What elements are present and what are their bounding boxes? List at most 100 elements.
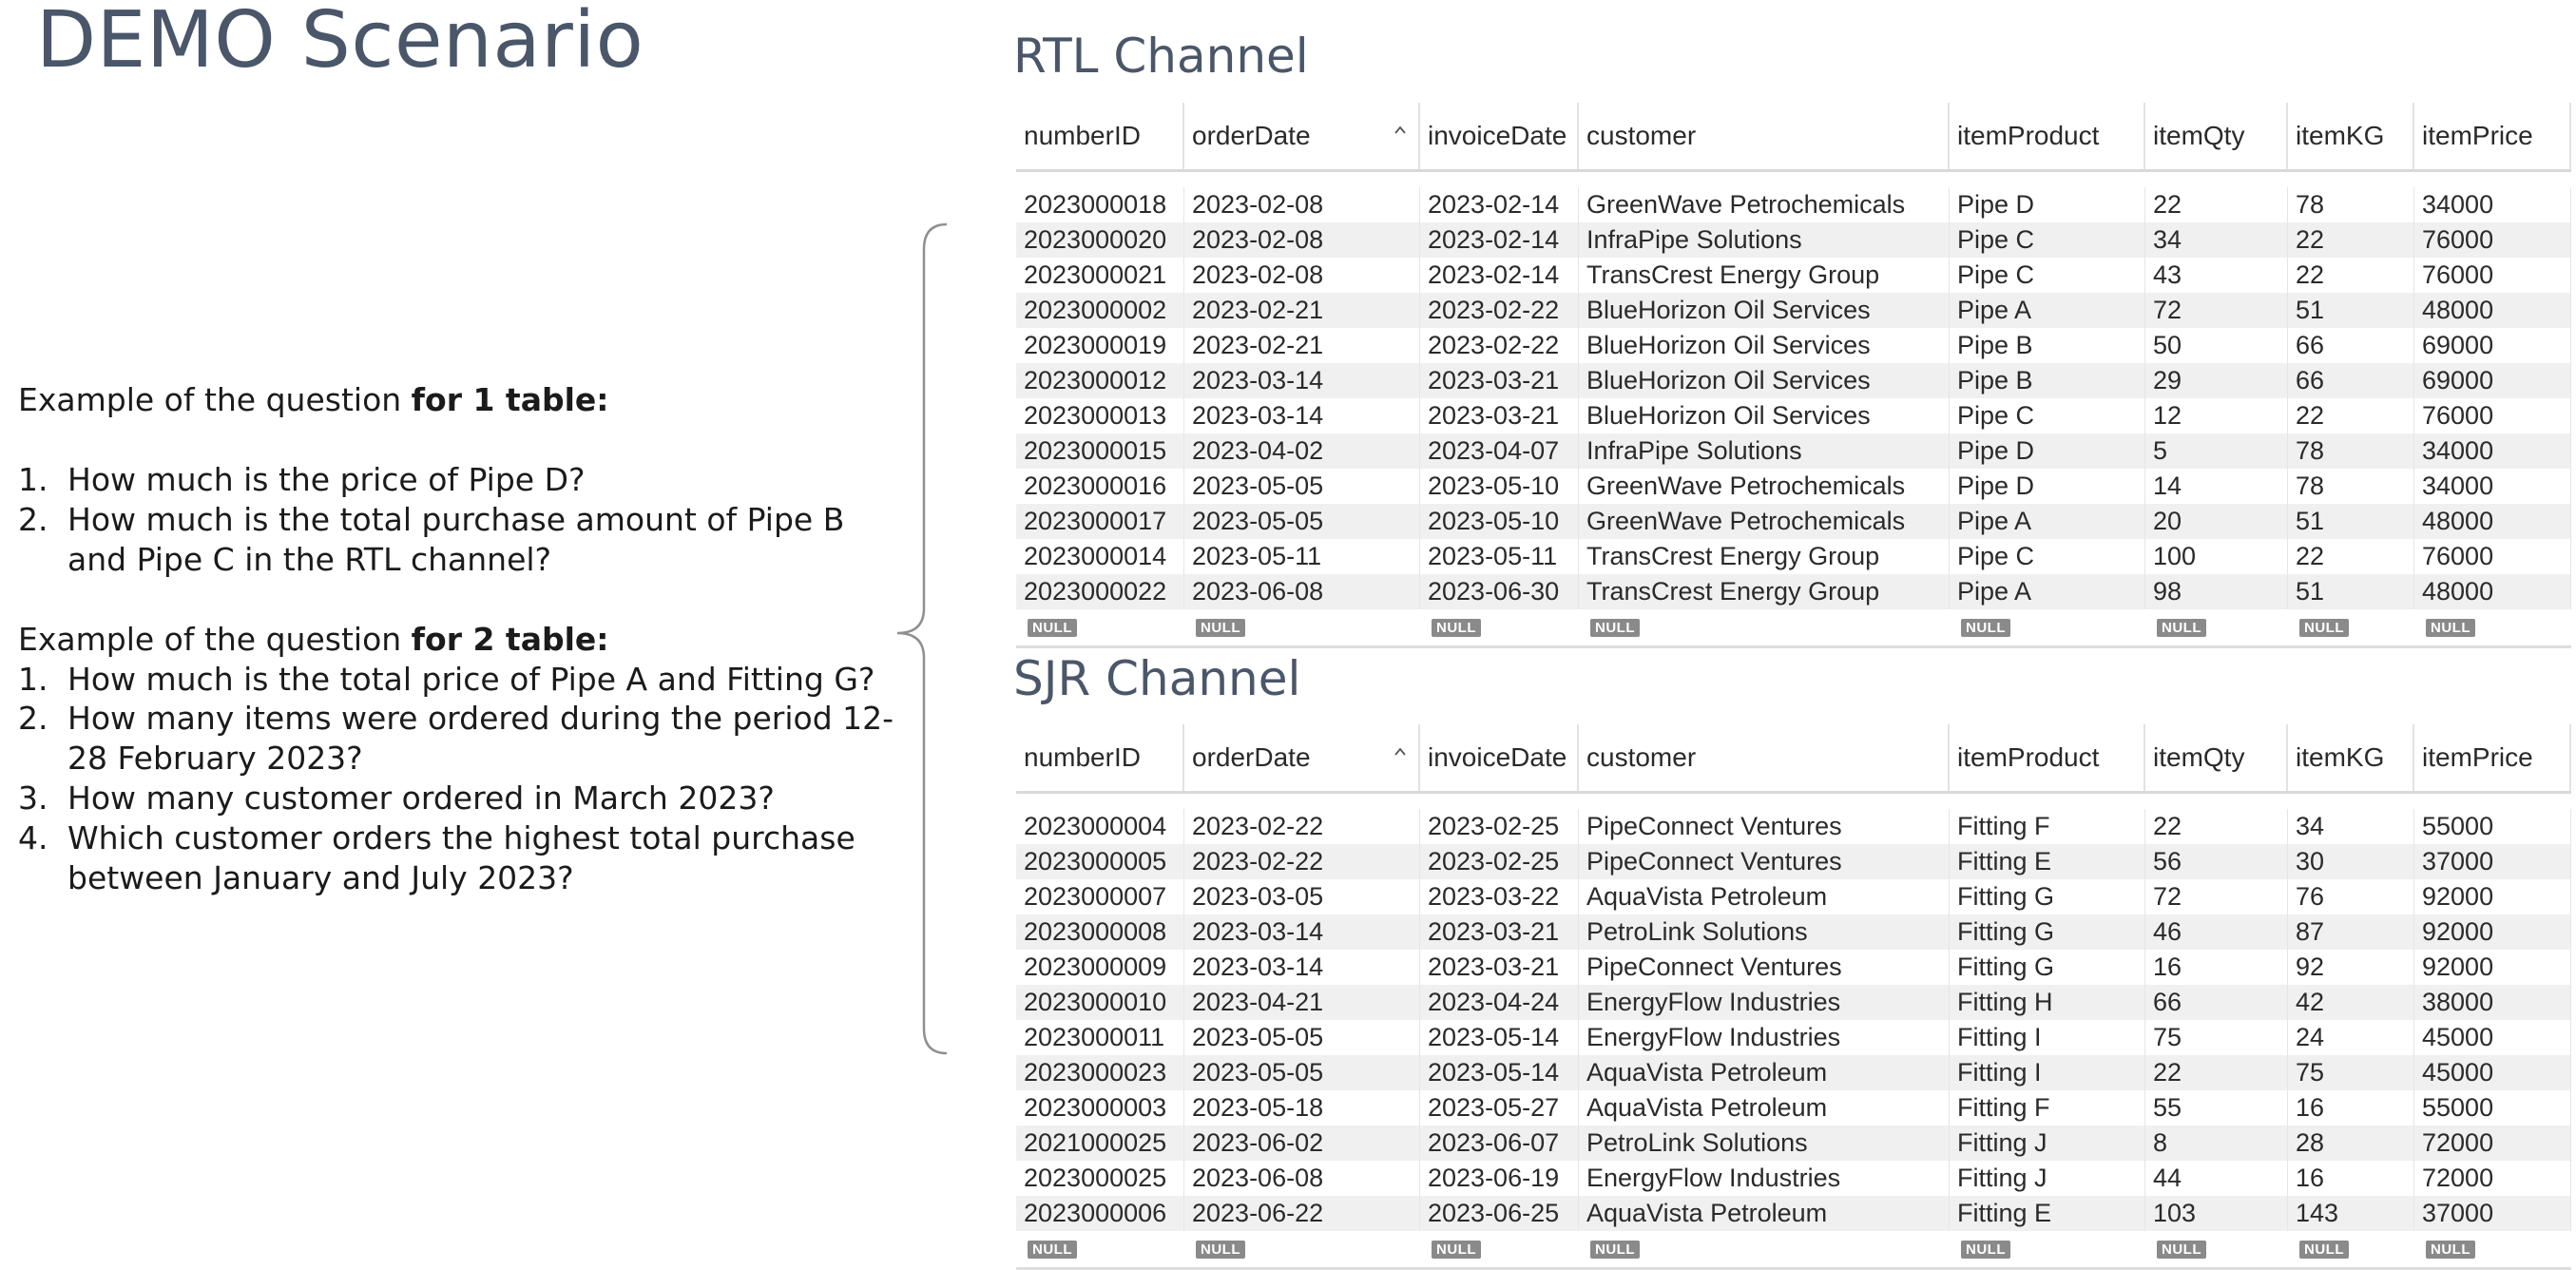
- column-header-customer[interactable]: customer: [1579, 724, 1950, 791]
- table-cell-itemKG[interactable]: 76: [2288, 879, 2414, 914]
- table-cell-invoiceDate[interactable]: 2023-05-10: [1420, 469, 1579, 504]
- table-cell-itemProduct[interactable]: Fitting G: [1950, 950, 2145, 985]
- null-cell[interactable]: NULL: [1950, 609, 2145, 645]
- table-cell-itemKG[interactable]: 34: [2288, 809, 2414, 844]
- table-cell-itemQty[interactable]: 16: [2145, 950, 2288, 985]
- table-cell-customer[interactable]: AquaVista Petroleum: [1579, 1196, 1950, 1231]
- table-row[interactable]: 2023000021 2023-02-08 2023-02-14 TransCrest…: [1016, 258, 2571, 293]
- table-row[interactable]: 2023000005 2023-02-22 2023-02-25 PipeConnec…: [1016, 844, 2571, 879]
- table-cell-numberID[interactable]: 2023000022: [1016, 574, 1184, 609]
- table-cell-numberID[interactable]: 2023000008: [1016, 914, 1184, 950]
- table-cell-itemProduct[interactable]: Pipe C: [1950, 222, 2145, 258]
- table-cell-numberID[interactable]: 2021000025: [1016, 1126, 1184, 1161]
- table-cell-itemQty[interactable]: 72: [2145, 293, 2288, 328]
- table-cell-invoiceDate[interactable]: 2023-02-14: [1420, 187, 1579, 222]
- table-cell-itemKG[interactable]: 22: [2288, 539, 2414, 574]
- table-cell-itemKG[interactable]: 75: [2288, 1055, 2414, 1090]
- table-cell-numberID[interactable]: 2023000003: [1016, 1090, 1184, 1126]
- table-row[interactable]: 2023000016 2023-05-05 2023-05-10 GreenWave …: [1016, 469, 2571, 504]
- table-row[interactable]: 2023000010 2023-04-21 2023-04-24 EnergyFlow…: [1016, 985, 2571, 1020]
- table-cell-itemProduct[interactable]: Pipe B: [1950, 363, 2145, 398]
- column-header-orderDate[interactable]: orderDate: [1184, 724, 1420, 791]
- table-cell-itemPrice[interactable]: 76000: [2414, 222, 2571, 258]
- table-row[interactable]: 2023000018 2023-02-08 2023-02-14 GreenWave …: [1016, 187, 2571, 222]
- table-cell-itemQty[interactable]: 22: [2145, 1055, 2288, 1090]
- table-cell-invoiceDate[interactable]: 2023-02-22: [1420, 293, 1579, 328]
- table-cell-itemQty[interactable]: 20: [2145, 504, 2288, 539]
- table-cell-itemKG[interactable]: 66: [2288, 363, 2414, 398]
- table-cell-itemProduct[interactable]: Fitting E: [1950, 1196, 2145, 1231]
- table-cell-orderDate[interactable]: 2023-03-14: [1184, 398, 1420, 433]
- table-cell-itemQty[interactable]: 66: [2145, 985, 2288, 1020]
- table-cell-itemPrice[interactable]: 37000: [2414, 1196, 2571, 1231]
- table-cell-itemPrice[interactable]: 69000: [2414, 328, 2571, 363]
- table-cell-itemProduct[interactable]: Pipe A: [1950, 504, 2145, 539]
- null-cell[interactable]: NULL: [2414, 609, 2571, 645]
- table-cell-itemQty[interactable]: 98: [2145, 574, 2288, 609]
- table-cell-customer[interactable]: GreenWave Petrochemicals: [1579, 187, 1950, 222]
- table-cell-itemPrice[interactable]: 38000: [2414, 985, 2571, 1020]
- table-row[interactable]: 2023000006 2023-06-22 2023-06-25 AquaVista …: [1016, 1196, 2571, 1231]
- table-cell-numberID[interactable]: 2023000012: [1016, 363, 1184, 398]
- table-cell-itemPrice[interactable]: 76000: [2414, 539, 2571, 574]
- table-row[interactable]: 2023000020 2023-02-08 2023-02-14 InfraPipe …: [1016, 222, 2571, 258]
- table-cell-numberID[interactable]: 2023000011: [1016, 1020, 1184, 1055]
- table-cell-itemProduct[interactable]: Pipe C: [1950, 398, 2145, 433]
- chevron-up-icon[interactable]: [1394, 124, 1407, 137]
- table-cell-itemProduct[interactable]: Pipe C: [1950, 539, 2145, 574]
- table-cell-itemKG[interactable]: 92: [2288, 950, 2414, 985]
- null-cell[interactable]: NULL: [1016, 609, 1184, 645]
- table-row[interactable]: 2023000025 2023-06-08 2023-06-19 EnergyFlow…: [1016, 1161, 2571, 1196]
- table-cell-invoiceDate[interactable]: 2023-02-22: [1420, 328, 1579, 363]
- table-cell-itemKG[interactable]: 22: [2288, 398, 2414, 433]
- table-cell-numberID[interactable]: 2023000005: [1016, 844, 1184, 879]
- table-cell-itemKG[interactable]: 16: [2288, 1090, 2414, 1126]
- table-cell-invoiceDate[interactable]: 2023-02-25: [1420, 809, 1579, 844]
- table-cell-itemPrice[interactable]: 76000: [2414, 398, 2571, 433]
- table-cell-numberID[interactable]: 2023000013: [1016, 398, 1184, 433]
- table-cell-customer[interactable]: InfraPipe Solutions: [1579, 433, 1950, 469]
- table-row[interactable]: 2023000014 2023-05-11 2023-05-11 TransCrest…: [1016, 539, 2571, 574]
- table-cell-orderDate[interactable]: 2023-02-22: [1184, 844, 1420, 879]
- table-cell-numberID[interactable]: 2023000025: [1016, 1161, 1184, 1196]
- table-cell-itemKG[interactable]: 22: [2288, 258, 2414, 293]
- column-header-itemQty[interactable]: itemQty: [2145, 724, 2288, 791]
- table-cell-numberID[interactable]: 2023000015: [1016, 433, 1184, 469]
- table-cell-itemQty[interactable]: 34: [2145, 222, 2288, 258]
- table-cell-customer[interactable]: PipeConnect Ventures: [1579, 950, 1950, 985]
- null-cell[interactable]: NULL: [1420, 609, 1579, 645]
- table-cell-itemPrice[interactable]: 72000: [2414, 1126, 2571, 1161]
- table-row[interactable]: 2023000009 2023-03-14 2023-03-21 PipeConnec…: [1016, 950, 2571, 985]
- table-cell-itemProduct[interactable]: Fitting H: [1950, 985, 2145, 1020]
- table-cell-numberID[interactable]: 2023000020: [1016, 222, 1184, 258]
- column-header-numberID[interactable]: numberID: [1016, 724, 1184, 791]
- table-cell-invoiceDate[interactable]: 2023-05-14: [1420, 1020, 1579, 1055]
- null-cell[interactable]: NULL: [1579, 609, 1950, 645]
- column-header-itemPrice[interactable]: itemPrice: [2414, 724, 2571, 791]
- table-cell-itemProduct[interactable]: Pipe D: [1950, 433, 2145, 469]
- null-cell[interactable]: NULL: [1016, 1231, 1184, 1267]
- table-cell-orderDate[interactable]: 2023-06-02: [1184, 1126, 1420, 1161]
- table-cell-itemKG[interactable]: 30: [2288, 844, 2414, 879]
- table-cell-itemProduct[interactable]: Pipe D: [1950, 469, 2145, 504]
- table-cell-numberID[interactable]: 2023000006: [1016, 1196, 1184, 1231]
- table-cell-itemQty[interactable]: 14: [2145, 469, 2288, 504]
- table-cell-itemProduct[interactable]: Fitting I: [1950, 1020, 2145, 1055]
- table-cell-customer[interactable]: PetroLink Solutions: [1579, 914, 1950, 950]
- table-cell-itemQty[interactable]: 22: [2145, 809, 2288, 844]
- table-row[interactable]: 2023000023 2023-05-05 2023-05-14 AquaVista …: [1016, 1055, 2571, 1090]
- table-cell-itemQty[interactable]: 100: [2145, 539, 2288, 574]
- table-cell-itemKG[interactable]: 87: [2288, 914, 2414, 950]
- table-cell-itemPrice[interactable]: 34000: [2414, 469, 2571, 504]
- table-cell-customer[interactable]: BlueHorizon Oil Services: [1579, 293, 1950, 328]
- table-cell-itemProduct[interactable]: Pipe A: [1950, 574, 2145, 609]
- table-cell-orderDate[interactable]: 2023-05-05: [1184, 469, 1420, 504]
- table-cell-numberID[interactable]: 2023000004: [1016, 809, 1184, 844]
- null-cell[interactable]: NULL: [1184, 609, 1420, 645]
- table-cell-invoiceDate[interactable]: 2023-04-24: [1420, 985, 1579, 1020]
- table-cell-orderDate[interactable]: 2023-02-08: [1184, 222, 1420, 258]
- table-cell-itemKG[interactable]: 22: [2288, 222, 2414, 258]
- table-cell-orderDate[interactable]: 2023-03-14: [1184, 363, 1420, 398]
- table-cell-itemPrice[interactable]: 45000: [2414, 1055, 2571, 1090]
- table-cell-orderDate[interactable]: 2023-03-14: [1184, 914, 1420, 950]
